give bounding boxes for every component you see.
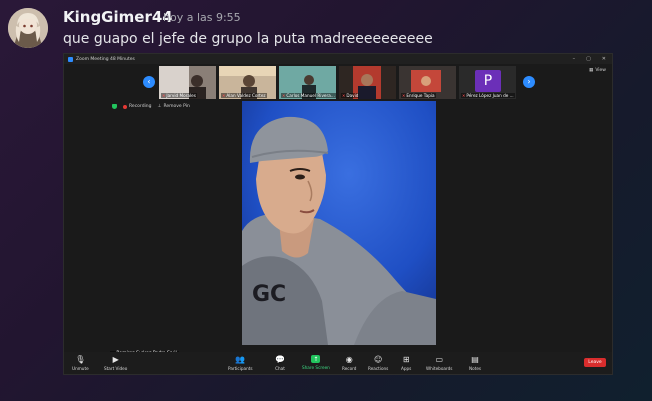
whiteboards-button[interactable]: ▭ Whiteboards	[426, 355, 452, 371]
participants-icon: 👥	[235, 355, 246, 364]
leave-button[interactable]: Leave	[584, 358, 606, 367]
remove-pin-button[interactable]: ⊥ Remove Pin	[158, 104, 190, 109]
record-icon: ◉	[345, 355, 353, 364]
whiteboards-label: Whiteboards	[426, 366, 453, 371]
notes-label: Notes	[469, 366, 482, 371]
share-screen-icon: ↑	[311, 355, 321, 363]
message-text: que guapo el jefe de grupo la puta madre…	[63, 31, 433, 47]
participants-button[interactable]: 👥 Participants	[228, 355, 253, 371]
participant-tile[interactable]: ✕ Enrique Tapia	[399, 66, 456, 99]
apps-label: Apps	[401, 366, 412, 371]
reactions-label: Reactions	[368, 366, 389, 371]
video-off-icon: ▶	[112, 355, 119, 364]
svg-text:GC: GC	[252, 282, 286, 307]
mic-muted-icon: ✕	[462, 93, 466, 98]
encryption-shield-icon[interactable]	[112, 104, 117, 109]
reactions-button[interactable]: ☺ Reactions	[368, 355, 388, 371]
participants-label: Participants	[228, 366, 253, 371]
mic-muted-icon: ✕	[162, 93, 166, 98]
mic-off-icon: 🎙	[75, 355, 86, 364]
notes-button[interactable]: ▤ Notes	[469, 355, 481, 371]
zoom-window-title: Zoom Meeting 48 Minutes	[76, 56, 135, 62]
maximize-icon[interactable]: ▢	[586, 56, 591, 62]
username[interactable]: KingGimer44	[63, 8, 173, 26]
whiteboards-icon: ▭	[435, 355, 443, 364]
window-controls: – ▢ ✕	[573, 54, 606, 64]
zoom-toolbar: 🎙 Unmute ▶ Start Video 👥 Participants 💬 …	[64, 352, 612, 374]
recording-label: Recording	[129, 104, 152, 109]
record-button[interactable]: ◉ Record	[342, 355, 356, 371]
share-screen-label: Share Screen	[302, 365, 330, 370]
chat-button[interactable]: 💬 Chat	[275, 355, 285, 371]
main-video-feed: GC	[242, 101, 436, 345]
zoom-logo-icon	[68, 56, 73, 62]
remove-pin-label: Remove Pin	[163, 104, 190, 109]
participant-name: Jarvid Morales	[166, 93, 196, 98]
reactions-icon: ☺	[374, 355, 383, 364]
mic-muted-icon: ✕	[222, 93, 226, 98]
mic-muted-icon: ✕	[282, 93, 286, 98]
recording-indicator[interactable]: Recording	[123, 104, 152, 109]
unmute-label: Unmute	[72, 366, 89, 371]
share-screen-button[interactable]: ↑ Share Screen	[302, 355, 330, 370]
participant-initial-avatar: P	[475, 70, 501, 92]
participant-tile[interactable]: P ✕ Pérez López Juan de ...	[459, 66, 516, 99]
participant-name: Enrique Tapia	[406, 93, 435, 98]
participant-tile[interactable]: ✕ Carlos Manuel Rivera...	[279, 66, 336, 99]
apps-icon: ⊞	[402, 355, 410, 364]
participant-tile[interactable]: ✕ Alan Valdez Cortez	[219, 66, 276, 99]
user-avatar[interactable]	[8, 8, 48, 48]
chat-icon: 💬	[275, 355, 285, 364]
apps-button[interactable]: ⊞ Apps	[401, 355, 411, 371]
participant-strip: ‹ ✕ Jarvid Morales ✕ Alan Valdez Cortez ✕ C…	[64, 66, 612, 100]
notes-icon: ▤	[471, 355, 479, 364]
participant-tile[interactable]: ✕ David	[339, 66, 396, 99]
participant-name: Carlos Manuel Rivera...	[286, 93, 335, 98]
recording-dot-icon	[123, 104, 127, 109]
discord-message: KingGimer44 hoy a las 9:55 que guapo el …	[0, 0, 652, 401]
participant-name: David	[346, 93, 359, 98]
participant-name: Alan Valdez Cortez	[226, 93, 266, 98]
start-video-label: Start Video	[104, 366, 128, 371]
chat-label: Chat	[275, 366, 285, 371]
start-video-button[interactable]: ▶ Start Video	[104, 355, 127, 371]
minimize-icon[interactable]: –	[573, 56, 576, 62]
pin-icon: ⊥	[157, 104, 162, 109]
participant-name: Pérez López Juan de ...	[466, 93, 514, 98]
strip-next-icon[interactable]: ›	[523, 76, 535, 88]
participant-tile[interactable]: ✕ Jarvid Morales	[159, 66, 216, 99]
zoom-title-bar: Zoom Meeting 48 Minutes	[64, 54, 612, 64]
strip-prev-icon[interactable]: ‹	[143, 76, 155, 88]
image-attachment[interactable]: Zoom Meeting 48 Minutes – ▢ ✕ ▦ View ‹ ✕…	[63, 53, 613, 375]
close-icon[interactable]: ✕	[602, 56, 606, 62]
message-timestamp: hoy a las 9:55	[163, 11, 241, 24]
meeting-status-bar: Recording ⊥ Remove Pin	[112, 104, 190, 109]
record-label: Record	[342, 366, 357, 371]
mic-muted-icon: ✕	[342, 93, 346, 98]
unmute-button[interactable]: 🎙 Unmute	[72, 355, 89, 371]
mic-muted-icon: ✕	[402, 93, 406, 98]
